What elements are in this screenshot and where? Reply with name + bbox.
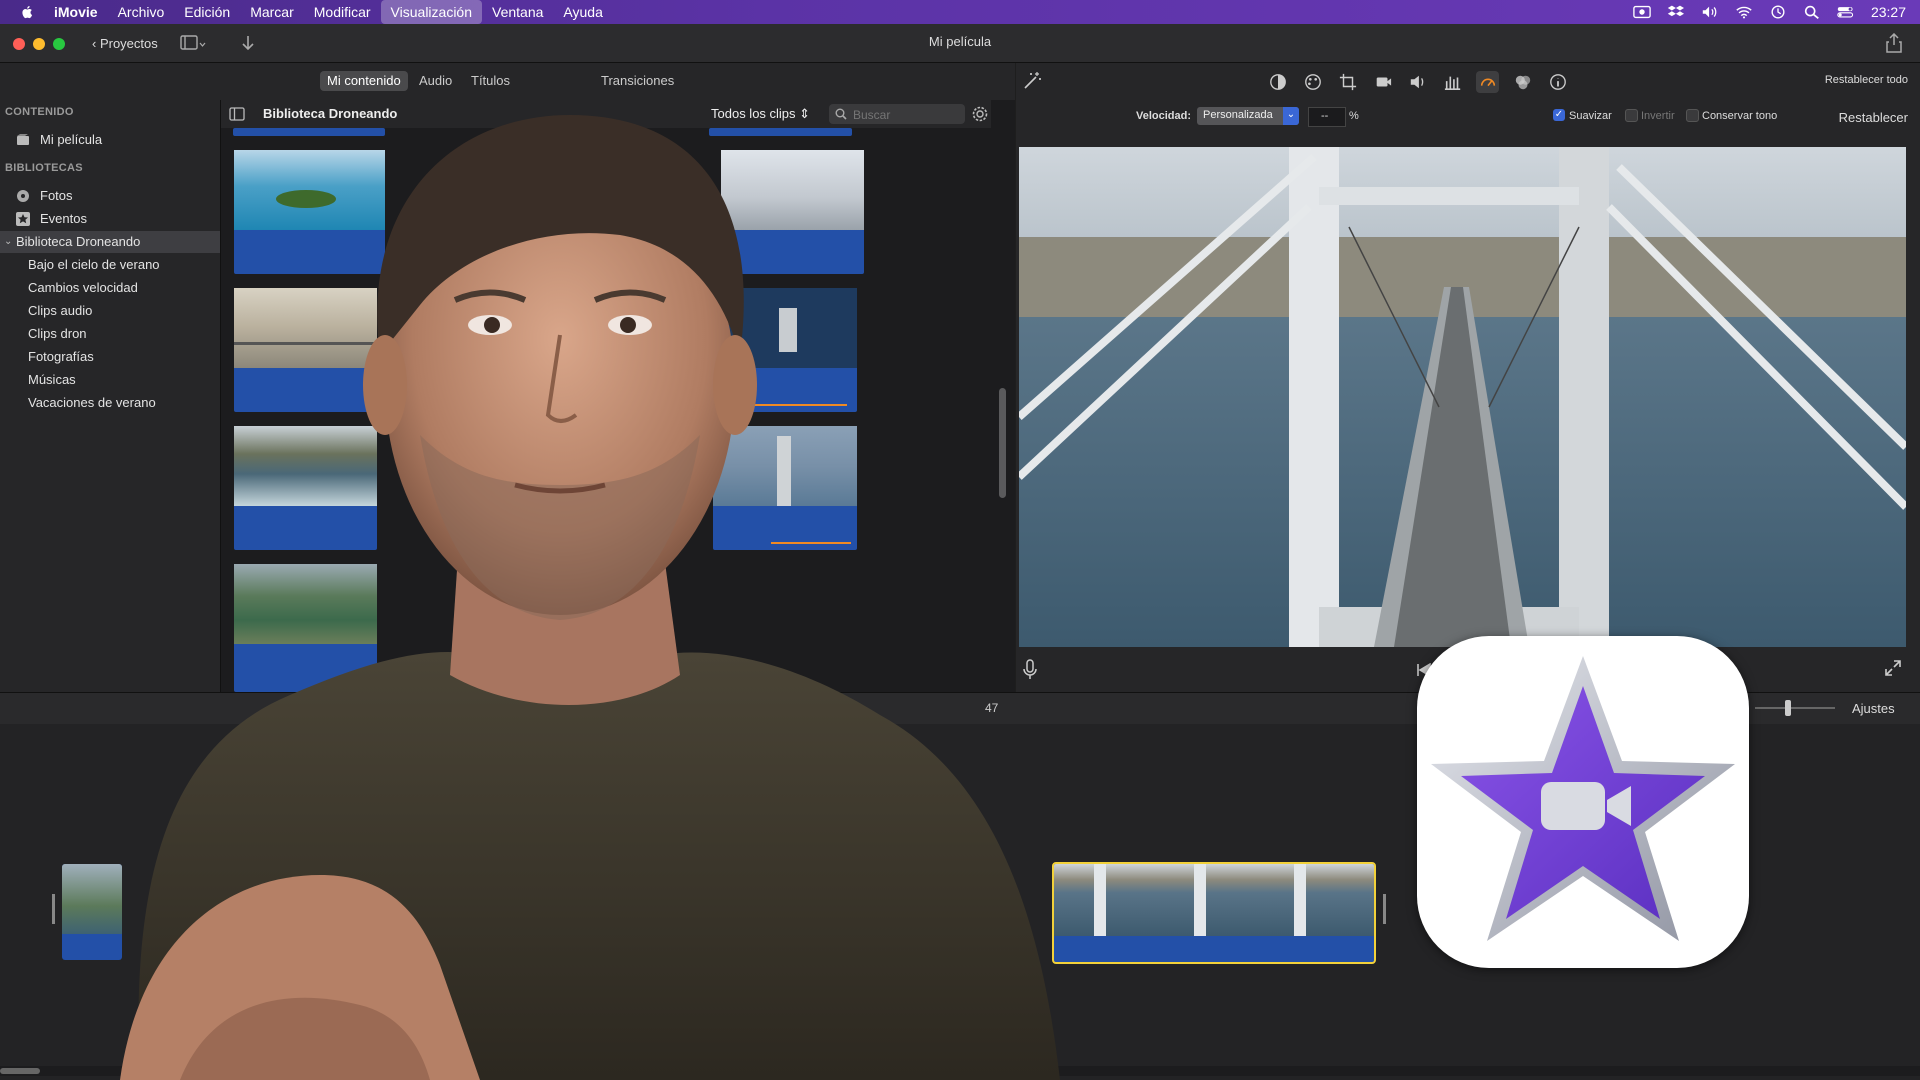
menu-imovie[interactable]: iMovie — [44, 0, 108, 24]
filter-button[interactable] — [1511, 71, 1534, 93]
reset-button[interactable]: Restablecer — [1839, 110, 1908, 125]
stabilization-button[interactable] — [1371, 71, 1394, 93]
color-balance-icon — [1269, 74, 1286, 90]
speedometer-icon — [1480, 78, 1495, 87]
share-icon[interactable] — [1886, 33, 1902, 53]
timeline-clip-selected[interactable] — [1052, 862, 1376, 964]
speed-percent-field[interactable]: -- — [1308, 107, 1346, 127]
speed-select-value: Personalizada — [1203, 109, 1273, 121]
imovie-star-icon — [1431, 656, 1735, 941]
presenter-photo — [120, 115, 1061, 1080]
color-balance-button[interactable] — [1266, 71, 1289, 93]
invert-checkbox[interactable] — [1625, 109, 1638, 122]
menu-modificar[interactable]: Modificar — [304, 0, 381, 24]
percent-sign: % — [1349, 110, 1359, 122]
smooth-label: Suavizar — [1569, 110, 1612, 122]
wifi-icon[interactable] — [1735, 4, 1753, 20]
dropbox-icon[interactable] — [1667, 4, 1685, 20]
menu-ayuda[interactable]: Ayuda — [553, 0, 612, 24]
equalizer-button[interactable] — [1441, 71, 1464, 93]
color-correction-button[interactable] — [1301, 71, 1324, 93]
timeline-scrollbar[interactable] — [0, 1068, 40, 1074]
menu-ventana[interactable]: Ventana — [482, 0, 553, 24]
timeline-settings-button[interactable]: Ajustes — [1852, 701, 1895, 716]
equalizer-icon — [1444, 76, 1460, 91]
menu-edicion[interactable]: Edición — [174, 0, 240, 24]
movie-project-icon — [17, 134, 29, 145]
disclosure-chevron-icon[interactable]: ⌄ — [4, 231, 12, 253]
menu-visualizacion[interactable]: Visualización — [380, 0, 483, 24]
timeline-start-marker — [52, 894, 55, 924]
zoom-slider-track — [1755, 700, 1835, 716]
invert-label: Invertir — [1641, 110, 1675, 122]
chevron-down-icon: ⌄ — [1283, 107, 1299, 125]
volume-icon[interactable] — [1701, 4, 1719, 20]
events-star-icon — [16, 212, 30, 226]
crop-button[interactable] — [1336, 71, 1359, 93]
control-center-icon[interactable] — [1837, 4, 1855, 20]
keep-pitch-label: Conservar tono — [1702, 110, 1778, 122]
speed-select[interactable]: Personalizada ⌄ — [1197, 107, 1299, 125]
time-machine-icon[interactable] — [1769, 4, 1787, 20]
photos-icon — [17, 190, 29, 202]
apple-logo-icon[interactable] — [16, 5, 38, 19]
info-icon — [1549, 74, 1566, 90]
clip-filter-icon — [1515, 75, 1530, 90]
spotlight-search-icon[interactable] — [1803, 4, 1821, 20]
info-button[interactable] — [1546, 71, 1569, 93]
speed-percent-value: -- — [1321, 110, 1329, 122]
speed-button[interactable] — [1476, 71, 1499, 93]
speed-label: Velocidad: — [1136, 110, 1192, 122]
menu-marcar[interactable]: Marcar — [240, 0, 304, 24]
bridge-video-frame — [1019, 147, 1906, 647]
menu-clock[interactable]: 23:27 — [1871, 4, 1906, 20]
viewer-panel: Restablecer todo Velocidad: Personalizad… — [1016, 63, 1920, 692]
video-camera-icon — [1376, 77, 1391, 87]
reset-all-button[interactable]: Restablecer todo — [1825, 74, 1908, 86]
imovie-app-icon — [1417, 636, 1749, 968]
zoom-slider-thumb[interactable] — [1785, 700, 1791, 716]
crop-icon — [1339, 73, 1356, 91]
screen-record-icon[interactable] — [1633, 4, 1651, 20]
window-title: Mi película — [928, 34, 992, 49]
video-preview[interactable] — [1019, 147, 1906, 647]
fullscreen-icon[interactable] — [1884, 659, 1902, 677]
timeline-end-marker — [1383, 894, 1386, 924]
volume-button[interactable] — [1406, 71, 1429, 93]
keep-pitch-checkbox[interactable] — [1686, 109, 1699, 122]
speaker-icon — [1410, 75, 1423, 89]
menu-archivo[interactable]: Archivo — [108, 0, 175, 24]
smooth-checkbox[interactable]: ✓ — [1553, 109, 1565, 121]
menu-bar: iMovie Archivo Edición Marcar Modificar … — [0, 0, 1920, 24]
palette-icon — [1304, 74, 1321, 90]
